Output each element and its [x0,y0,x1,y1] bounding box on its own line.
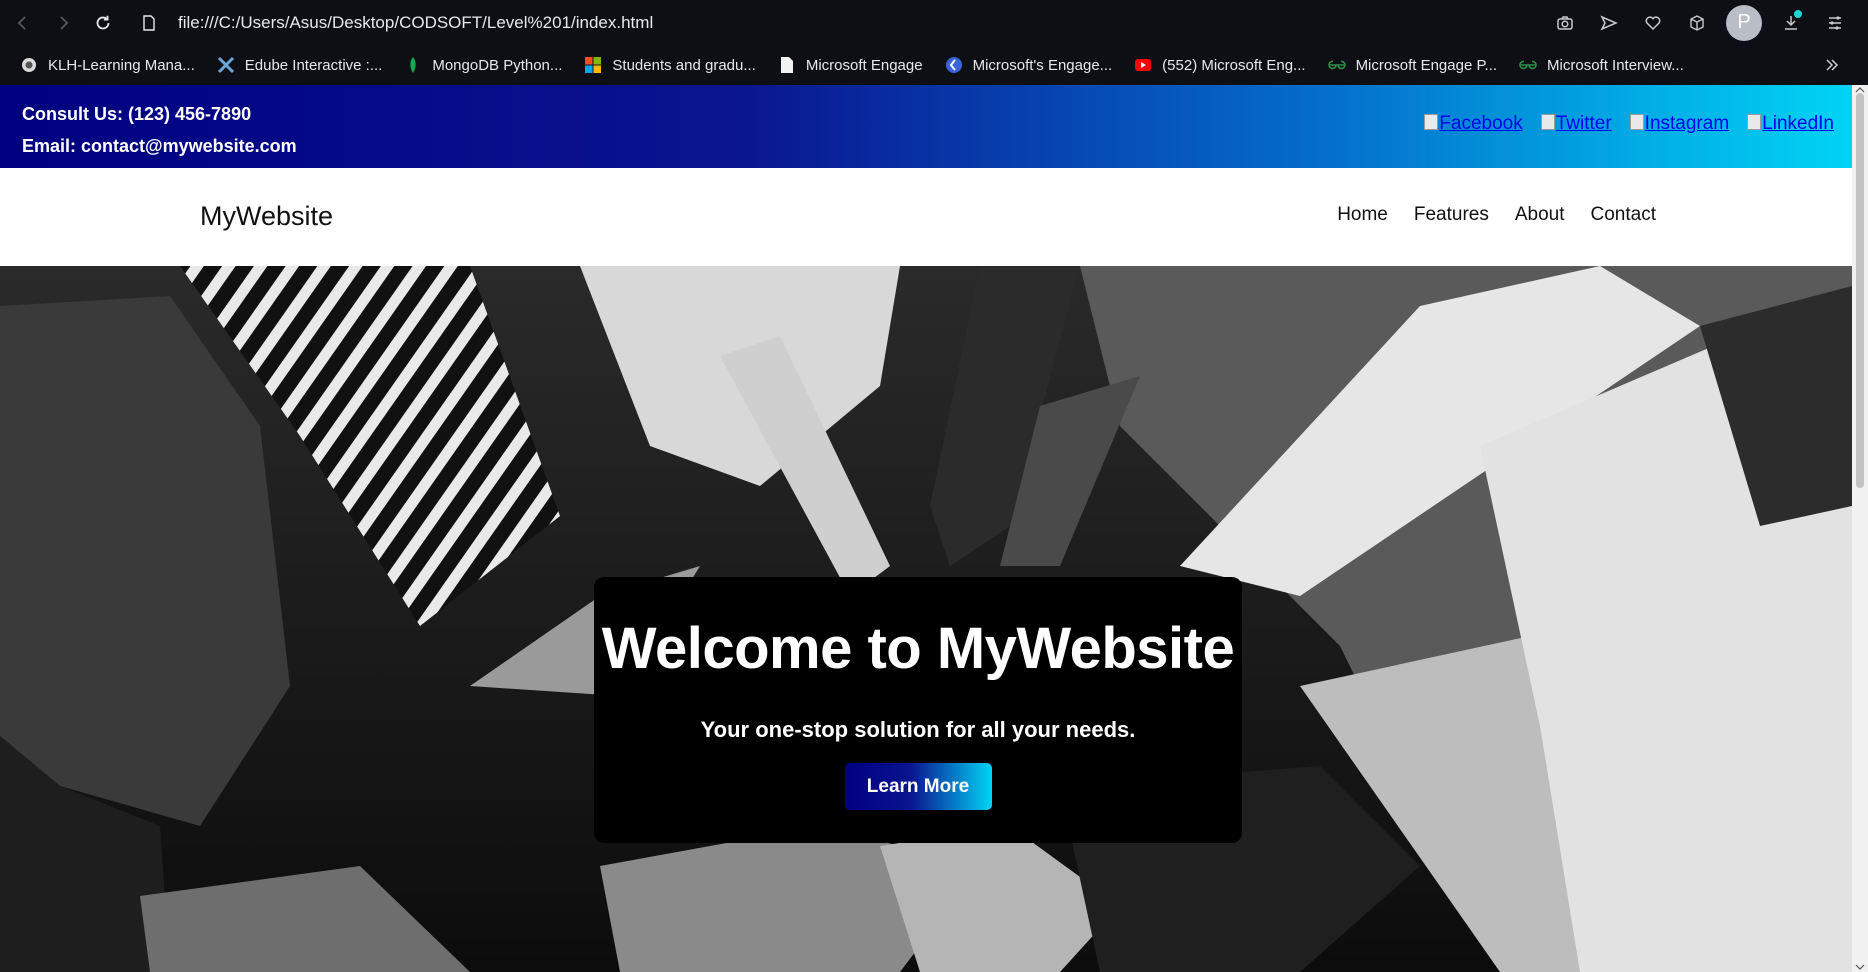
bookmark-item[interactable]: MongoDB Python... [404,56,562,74]
camera-icon [1557,15,1573,30]
nav-about[interactable]: About [1515,204,1565,226]
site-header: MyWebsite Home Features About Contact [0,168,1852,266]
twitter-link[interactable]: Twitter [1540,113,1612,135]
engage-icon [945,56,963,74]
scroll-down-icon[interactable] [1855,964,1865,970]
snapshot-button[interactable] [1550,8,1580,38]
send-button[interactable] [1594,8,1624,38]
arrow-left-icon [17,15,26,30]
extensions-button[interactable] [1682,8,1712,38]
forward-button[interactable] [46,6,80,40]
hero-section: Welcome to MyWebsite Your one-stop solut… [0,266,1852,972]
profile-avatar[interactable]: P [1726,4,1762,41]
hero-title: Welcome to MyWebsite [601,616,1235,681]
downloads-button[interactable] [1776,8,1806,38]
bookmark-item[interactable]: (552) Microsoft Eng... [1134,56,1306,74]
facebook-link[interactable]: Facebook [1424,113,1523,135]
broken-image-icon [1747,114,1762,130]
contact-topbar: Consult Us: (123) 456-7890 Email: contac… [0,85,1852,168]
menu-icon [1829,15,1841,30]
email-text: Email: contact@mywebsite.com [22,136,297,156]
learn-more-button[interactable]: Learn More [844,763,992,810]
favorite-button[interactable] [1638,8,1668,38]
youtube-icon [1134,56,1152,74]
bookmarks-overflow-button[interactable] [1824,45,1840,85]
nav-home[interactable]: Home [1337,204,1388,226]
bookmark-item[interactable]: Edube Interactive :... [217,56,382,74]
microsoft-icon [584,56,602,74]
bookmark-item[interactable]: Microsoft's Engage... [945,56,1112,74]
phone-text: Consult Us: (123) 456-7890 [22,104,252,124]
reload-icon [96,15,110,29]
nav-features[interactable]: Features [1414,204,1489,226]
arrow-right-icon [60,15,69,30]
broken-image-icon [1540,114,1555,130]
main-nav: Home Features About Contact [1337,204,1656,226]
cube-icon [1690,14,1704,31]
bookmarks-bar: KLH-Learning Mana... Edube Interactive :… [0,45,1868,85]
gfg-icon [1519,56,1537,74]
contact-info: Consult Us: (123) 456-7890 Email: contac… [22,98,297,162]
url-text: file:///C:/Users/Asus/Desktop/CODSOFT/Le… [178,12,654,32]
broken-image-icon [1424,114,1439,130]
document-icon [778,56,796,74]
send-icon [1600,15,1618,30]
bookmark-item[interactable]: Microsoft Engage [778,56,923,74]
bookmark-item[interactable]: KLH-Learning Mana... [20,56,195,74]
mongodb-icon [404,56,422,74]
bookmark-item[interactable]: Microsoft Engage P... [1327,56,1497,74]
bookmark-item[interactable]: Microsoft Interview... [1519,56,1684,74]
file-icon [143,14,155,31]
page-scrollbar[interactable] [1852,85,1868,972]
browser-toolbar: file:///C:/Users/Asus/Desktop/CODSOFT/Le… [0,0,1868,45]
page-viewport: Consult Us: (123) 456-7890 Email: contac… [0,85,1852,972]
scrollbar-thumb[interactable] [1856,93,1864,488]
instagram-link[interactable]: Instagram [1629,113,1729,135]
back-button[interactable] [6,6,40,40]
heart-icon [1645,15,1661,30]
gfg-icon [1327,56,1346,74]
toolbar-actions: P [1550,0,1850,45]
hero-card: Welcome to MyWebsite Your one-stop solut… [594,577,1242,843]
reload-button[interactable] [86,6,120,40]
klh-icon [20,56,38,74]
menu-button[interactable] [1820,8,1850,38]
address-bar[interactable]: file:///C:/Users/Asus/Desktop/CODSOFT/Le… [142,13,653,33]
chevron-double-right-icon [1826,59,1839,71]
bookmark-item[interactable]: Students and gradu... [584,56,756,74]
site-logo[interactable]: MyWebsite [200,201,333,232]
nav-contact[interactable]: Contact [1591,204,1656,226]
broken-image-icon [1629,114,1644,130]
download-badge [1794,9,1802,18]
hero-subtitle: Your one-stop solution for all your need… [700,717,1136,742]
edube-icon [217,56,235,74]
linkedin-link[interactable]: LinkedIn [1747,113,1834,135]
social-links: Facebook Twitter Instagram LinkedIn [1424,113,1834,135]
